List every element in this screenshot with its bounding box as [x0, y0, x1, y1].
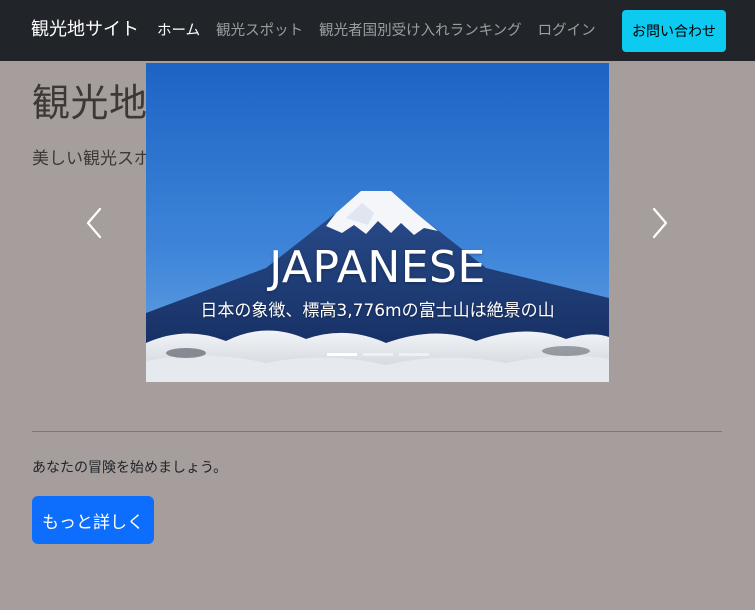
nav-link-login[interactable]: ログイン	[538, 20, 596, 42]
nav-link-home[interactable]: ホーム	[157, 20, 200, 42]
carousel-prev-button[interactable]	[84, 205, 104, 241]
contact-button[interactable]: お問い合わせ	[622, 10, 726, 52]
nav-link-spots[interactable]: 観光スポット	[216, 20, 303, 42]
carousel-indicator-2[interactable]	[362, 353, 393, 356]
learn-more-button[interactable]: もっと詳しく	[32, 496, 154, 544]
brand-logo[interactable]: 観光地サイト	[31, 18, 139, 42]
carousel-indicator-3[interactable]	[398, 353, 429, 356]
cta-text: あなたの冒険を始めましょう。	[32, 460, 228, 476]
carousel-caption-title: JAPANESE	[269, 242, 486, 293]
carousel-caption-text: 日本の象徴、標高3,776mの富士山は絶景の山	[200, 301, 555, 321]
carousel-indicators	[146, 353, 609, 356]
chevron-right-icon	[652, 207, 668, 239]
chevron-left-icon	[86, 207, 102, 239]
nav-link-ranking[interactable]: 観光者国別受け入れランキング	[319, 20, 522, 42]
mount-fuji-image	[146, 63, 609, 382]
carousel-next-button[interactable]	[650, 205, 670, 241]
image-carousel[interactable]: JAPANESE 日本の象徴、標高3,776mの富士山は絶景の山	[146, 63, 609, 382]
nav-links: ホーム 観光スポット 観光者国別受け入れランキング ログイン	[157, 20, 596, 42]
divider	[32, 431, 722, 432]
carousel-indicator-1[interactable]	[326, 353, 357, 356]
navbar: 観光地サイト ホーム 観光スポット 観光者国別受け入れランキング ログイン お問…	[0, 0, 755, 61]
